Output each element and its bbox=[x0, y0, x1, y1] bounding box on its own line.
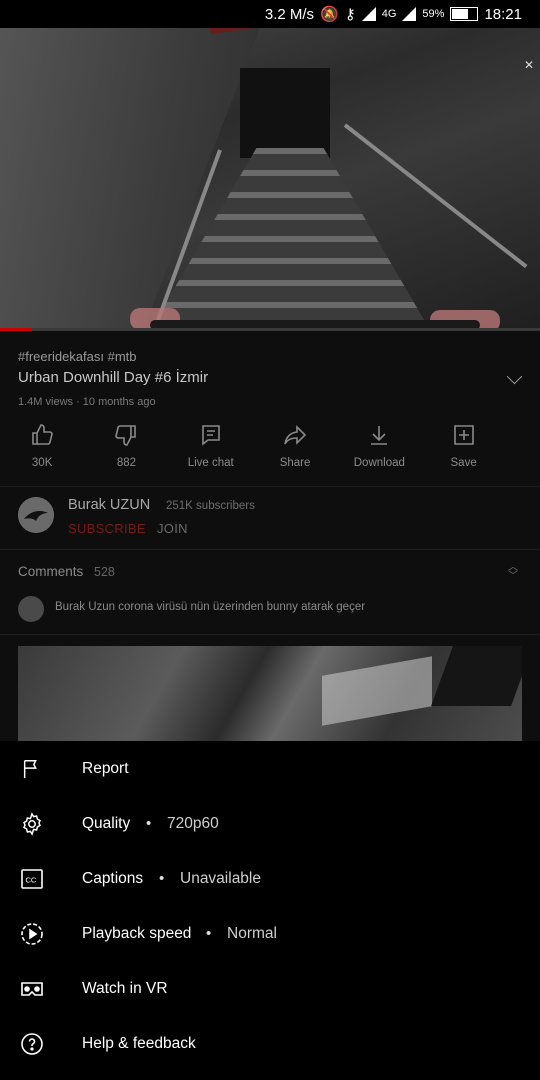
channel-logo-icon bbox=[18, 497, 54, 533]
video-title[interactable]: Urban Downhill Day #6 İzmir bbox=[18, 369, 208, 386]
clock: 18:21 bbox=[484, 5, 522, 23]
svg-text:CC: CC bbox=[26, 875, 37, 884]
help-icon bbox=[20, 1032, 44, 1056]
wifi-signal-icon bbox=[361, 7, 376, 21]
thumbnail-sign bbox=[322, 656, 432, 726]
commenter-avatar bbox=[18, 596, 44, 622]
dislike-button[interactable]: 882 bbox=[84, 423, 168, 473]
divider bbox=[0, 486, 540, 487]
top-comment[interactable]: Burak Uzun corona virüsü nün üzerinden b… bbox=[55, 601, 365, 613]
thumbs-up-icon bbox=[32, 424, 53, 445]
menu-label-playback-speed: Playback speed bbox=[82, 924, 192, 942]
battery-icon bbox=[450, 7, 479, 21]
menu-label-captions: Captions bbox=[82, 869, 144, 887]
video-player[interactable]: ✕ bbox=[0, 28, 540, 330]
gear-icon bbox=[20, 811, 44, 836]
separator-dot: • bbox=[206, 925, 212, 942]
save-button[interactable]: Save bbox=[421, 423, 505, 473]
battery-percent: 59% bbox=[422, 8, 445, 20]
separator-dot: • bbox=[159, 870, 165, 887]
channel-avatar[interactable] bbox=[18, 497, 54, 533]
live-chat-button[interactable]: Live chat bbox=[169, 423, 253, 473]
captions-icon: CC bbox=[20, 867, 44, 891]
menu-item-watch-in-vr[interactable]: Watch in VR bbox=[0, 961, 540, 1016]
menu-label-report: Report bbox=[82, 759, 129, 777]
playback-speed-value: Normal bbox=[227, 924, 277, 942]
network-type: 4G bbox=[381, 8, 397, 20]
mute-icon: 🔕 bbox=[320, 6, 339, 23]
options-bottom-sheet: Report Quality • 720p60 CC Captions • Un… bbox=[0, 741, 540, 1080]
thumbs-down-icon bbox=[115, 425, 137, 446]
flag-icon bbox=[20, 757, 44, 781]
join-button[interactable]: JOIN bbox=[157, 521, 188, 536]
dislike-count: 882 bbox=[116, 457, 137, 469]
subscribe-button[interactable]: SUBSCRIBE bbox=[68, 521, 146, 536]
menu-item-help-feedback[interactable]: Help & feedback bbox=[0, 1016, 540, 1071]
comments-count: 528 bbox=[94, 565, 115, 579]
download-button[interactable]: Download bbox=[337, 423, 421, 473]
cell-signal-icon bbox=[402, 7, 417, 21]
like-count: 30K bbox=[31, 457, 53, 469]
expand-description-icon[interactable] bbox=[506, 368, 523, 385]
captions-value: Unavailable bbox=[180, 869, 261, 887]
video-frame-tunnel bbox=[240, 68, 330, 158]
video-details: #freeridekafası #mtb Urban Downhill Day … bbox=[0, 331, 540, 741]
video-hashtags[interactable]: #freeridekafası #mtb bbox=[18, 349, 137, 364]
share-icon bbox=[284, 425, 307, 445]
quality-value: 720p60 bbox=[167, 814, 219, 832]
next-video-thumbnail[interactable] bbox=[18, 646, 522, 741]
menu-item-quality[interactable]: Quality • 720p60 bbox=[0, 796, 540, 851]
live-chat-label: Live chat bbox=[187, 457, 234, 469]
separator-dot: • bbox=[146, 815, 152, 832]
status-bar: 3.2 M/s 🔕 ⚷ 4G 59% 18:21 bbox=[0, 0, 540, 28]
expand-comments-icon[interactable]: ︿ ﹀ bbox=[508, 563, 518, 582]
comments-label[interactable]: Comments bbox=[18, 564, 83, 579]
share-label: Share bbox=[279, 457, 311, 469]
channel-name[interactable]: Burak UZUN bbox=[68, 497, 150, 513]
video-meta: 1.4M views · 10 months ago bbox=[18, 396, 156, 408]
menu-item-playback-speed[interactable]: Playback speed • Normal bbox=[0, 906, 540, 961]
playback-speed-icon bbox=[20, 922, 44, 946]
menu-label-quality: Quality bbox=[82, 814, 131, 832]
live-chat-icon bbox=[201, 425, 220, 446]
vr-headset-icon bbox=[20, 977, 44, 1001]
download-icon bbox=[371, 426, 388, 445]
share-button[interactable]: Share bbox=[253, 423, 337, 473]
menu-label-watch-in-vr: Watch in VR bbox=[82, 979, 168, 997]
key-icon: ⚷ bbox=[344, 6, 356, 23]
action-bar: 30K 882 Live chat Share Download Save bbox=[0, 423, 540, 473]
divider bbox=[0, 549, 540, 550]
download-label: Download bbox=[353, 457, 405, 469]
menu-label-help-feedback: Help & feedback bbox=[82, 1034, 196, 1052]
save-icon bbox=[453, 425, 474, 445]
net-speed: 3.2 M/s bbox=[264, 5, 315, 23]
menu-item-captions[interactable]: CC Captions • Unavailable bbox=[0, 851, 540, 906]
menu-item-report[interactable]: Report bbox=[0, 741, 540, 796]
collapse-icon[interactable]: ✕ bbox=[524, 58, 534, 72]
subscriber-count: 251K subscribers bbox=[166, 500, 255, 512]
thumbnail-banner bbox=[431, 646, 522, 706]
status-right: 3.2 M/s 🔕 ⚷ 4G 59% 18:21 bbox=[265, 0, 522, 28]
divider bbox=[0, 634, 540, 635]
like-button[interactable]: 30K bbox=[0, 423, 84, 473]
save-label: Save bbox=[450, 457, 477, 469]
